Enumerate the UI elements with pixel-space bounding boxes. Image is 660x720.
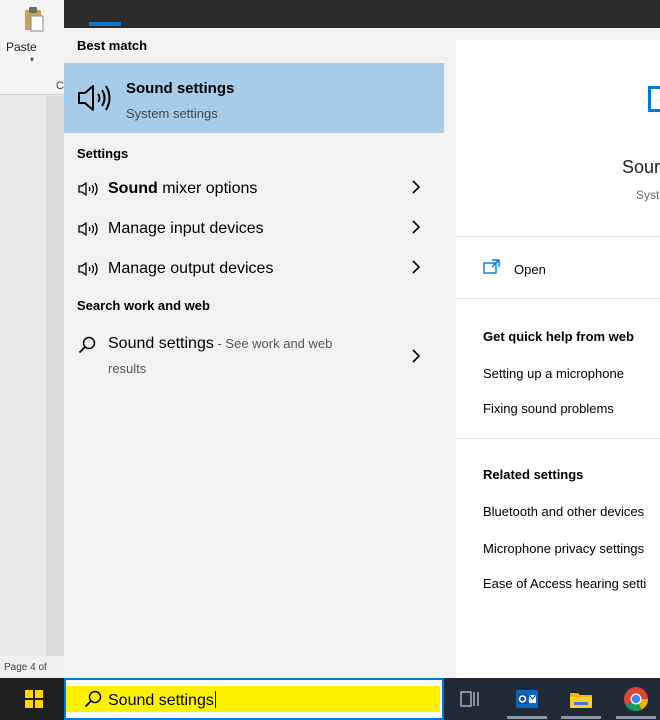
page-status: Page 4 of [0, 656, 64, 678]
related-link-hearing[interactable]: Ease of Access hearing setti [483, 576, 646, 591]
quick-help-header: Get quick help from web [483, 329, 634, 344]
outlook-icon[interactable] [514, 686, 540, 712]
paste-label[interactable]: Paste [6, 40, 37, 54]
windows-logo-icon[interactable] [25, 690, 43, 708]
best-match-subtitle: System settings [126, 106, 218, 121]
settings-app-icon [648, 86, 660, 112]
open-action[interactable]: Open [514, 262, 546, 277]
search-icon [84, 690, 102, 708]
related-settings-header: Related settings [483, 467, 584, 482]
document-margin [46, 96, 64, 656]
running-indicator [507, 716, 547, 719]
settings-item-input-devices[interactable]: Manage input devices [64, 209, 444, 249]
detail-subtitle: Syst [636, 188, 660, 202]
help-link-microphone[interactable]: Setting up a microphone [483, 366, 624, 381]
chevron-right-icon [412, 180, 421, 194]
search-icon [78, 336, 96, 354]
settings-item-sound-mixer[interactable]: Sound mixer options [64, 169, 444, 209]
help-link-sound-problems[interactable]: Fixing sound problems [483, 401, 614, 416]
best-match-title: Sound settings [126, 80, 235, 97]
chevron-right-icon [412, 349, 421, 363]
divider [456, 236, 660, 237]
related-link-bluetooth[interactable]: Bluetooth and other devices [483, 504, 644, 519]
best-match-result[interactable] [64, 63, 444, 133]
divider [456, 438, 660, 439]
chevron-right-icon [412, 260, 421, 274]
speaker-small-icon [78, 181, 98, 197]
speaker-icon [78, 85, 111, 111]
detail-title: Sour [622, 157, 660, 177]
best-match-header: Best match [77, 38, 148, 53]
web-result-title: Sound settings - See work and web [108, 335, 333, 352]
menu-top-bar [64, 0, 660, 28]
settings-item-label: Manage output devices [108, 260, 274, 277]
running-indicator [616, 716, 656, 719]
web-search-result[interactable]: Sound settings - See work and web result… [64, 330, 444, 390]
related-link-mic-privacy[interactable]: Microphone privacy settings [483, 541, 644, 556]
web-search-header: Search work and web [77, 298, 210, 313]
text-caret [214, 691, 216, 708]
speaker-small-icon [78, 221, 98, 237]
settings-item-output-devices[interactable]: Manage output devices [64, 249, 444, 289]
file-explorer-icon[interactable] [568, 686, 594, 712]
divider [456, 298, 660, 299]
paste-icon[interactable] [22, 6, 44, 32]
speaker-small-icon [78, 261, 98, 277]
search-input[interactable]: Sound settings [108, 691, 216, 710]
settings-item-label: Sound mixer options [108, 180, 258, 197]
chevron-right-icon [412, 220, 421, 234]
task-view-icon[interactable] [459, 689, 481, 709]
active-tab-indicator [89, 22, 121, 26]
chrome-icon[interactable] [623, 686, 649, 712]
web-result-suffix: results [108, 361, 147, 376]
running-indicator [561, 716, 601, 719]
settings-item-label: Manage input devices [108, 220, 264, 237]
open-icon [483, 259, 500, 274]
clipboard-label: C [56, 80, 64, 92]
paste-dropdown-icon[interactable]: ▾ [30, 55, 34, 64]
settings-header: Settings [77, 146, 129, 161]
